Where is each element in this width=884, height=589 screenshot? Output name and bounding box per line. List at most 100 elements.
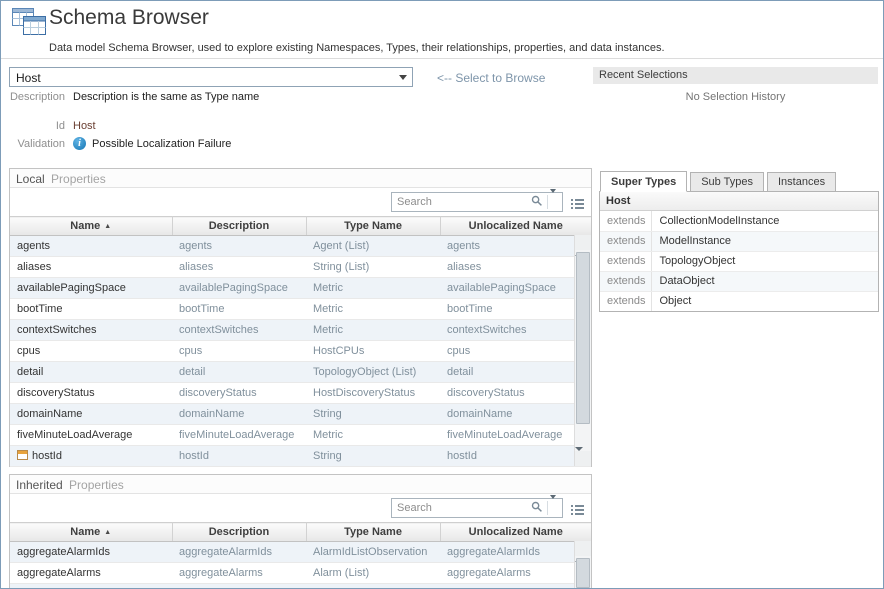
table-cell: discoveryStatus	[172, 383, 306, 404]
table-row[interactable]: extendsModelInstance	[600, 231, 878, 251]
scroll-down-button[interactable]	[575, 451, 591, 466]
id-value: Host	[73, 120, 96, 132]
super-types-table: extendsCollectionModelInstanceextendsMod…	[600, 211, 878, 311]
table-row[interactable]: domainNamedomainNameStringdomainName	[10, 404, 591, 425]
table-cell: aggregateAlarms	[172, 563, 306, 584]
table-row[interactable]: hostIdhostIdStringhostId	[10, 446, 591, 467]
table-row[interactable]: extendsCollectionModelInstance	[600, 211, 878, 231]
tab-super-types[interactable]: Super Types	[600, 171, 687, 192]
search-icon[interactable]	[531, 192, 545, 212]
local-properties-table: Name▲ Description Type Name Unlocalized …	[10, 216, 591, 467]
chevron-down-icon	[399, 75, 407, 80]
table-cell: AlarmIdListObservation	[306, 542, 440, 563]
scroll-up-button[interactable]	[575, 541, 591, 556]
combobox-dropdown-button[interactable]	[394, 68, 412, 86]
search-options-button[interactable]	[550, 499, 562, 517]
column-header-name[interactable]: Name▲	[10, 217, 172, 236]
column-header-type-name[interactable]: Type Name	[306, 523, 440, 542]
vertical-scrollbar[interactable]	[574, 541, 591, 589]
table-cell: aggregateAlarms	[440, 563, 591, 584]
table-row[interactable]: contextSwitchescontextSwitchesMetriccont…	[10, 320, 591, 341]
panel-title-secondary: Properties	[69, 478, 124, 492]
select-to-browse-hint: <-- Select to Browse	[437, 71, 545, 85]
table-row[interactable]: extendsObject	[600, 291, 878, 311]
validation-row: Validation i Possible Localization Failu…	[9, 137, 231, 150]
table-row[interactable]: fiveMinuteLoadAveragefiveMinuteLoadAvera…	[10, 425, 591, 446]
table-cell: aliases	[172, 257, 306, 278]
search-input[interactable]	[392, 196, 531, 208]
table-cell: detail	[172, 362, 306, 383]
table-cell: hostId	[440, 446, 591, 467]
table-row[interactable]: aggregateAlarms aggregateAlarmsAlarm (Lis…	[10, 563, 591, 584]
scroll-up-button[interactable]	[575, 235, 591, 250]
table-cell: agents	[440, 236, 591, 257]
inherited-search-box[interactable]	[391, 498, 563, 518]
column-header-type-name[interactable]: Type Name	[306, 217, 440, 236]
column-header-description[interactable]: Description	[172, 523, 306, 542]
identity-property-icon	[17, 450, 28, 460]
table-row[interactable]: extendsTopologyObject	[600, 251, 878, 271]
table-cell: bootTime	[10, 299, 172, 320]
recent-selections-empty-text: No Selection History	[593, 84, 878, 103]
table-cell: extends	[600, 211, 651, 231]
table-cell: fiveMinuteLoadAverage	[10, 425, 172, 446]
inherited-properties-table: Name▲ Description Type Name Unlocalized …	[10, 522, 591, 584]
vertical-scrollbar[interactable]	[574, 235, 591, 466]
validation-label: Validation	[9, 138, 65, 150]
table-cell: aliases	[10, 257, 172, 278]
search-icon[interactable]	[531, 498, 545, 518]
table-row[interactable]: aliasesaliasesString (List)aliases	[10, 257, 591, 278]
tab-instances[interactable]: Instances	[767, 172, 836, 192]
table-cell: domainName	[440, 404, 591, 425]
table-cell: aggregateAlarmIds	[172, 542, 306, 563]
table-row[interactable]: agentsagentsAgent (List)agents	[10, 236, 591, 257]
table-cell: extends	[600, 251, 651, 271]
scrollbar-thumb[interactable]	[576, 252, 590, 424]
search-input[interactable]	[392, 502, 531, 514]
chevron-down-icon	[550, 189, 556, 210]
table-cell: ModelInstance	[651, 231, 878, 251]
table-row[interactable]: aggregateAlarmIdsaggregateAlarmIdsAlarmI…	[10, 542, 591, 563]
table-row[interactable]: cpuscpusHostCPUscpus	[10, 341, 591, 362]
column-header-description[interactable]: Description	[172, 217, 306, 236]
panel-title-primary: Inherited	[16, 478, 63, 492]
table-row[interactable]: extendsDataObject	[600, 271, 878, 291]
column-header-name[interactable]: Name▲	[10, 523, 172, 542]
inherited-properties-panel: Inherited Properties Name▲ Description	[9, 474, 592, 589]
schema-browser-window: Schema Browser Data model Schema Browser…	[0, 0, 884, 589]
recent-selections-header: Recent Selections	[593, 67, 878, 84]
table-customizer-icon[interactable]	[571, 197, 584, 215]
tab-sub-types[interactable]: Sub Types	[690, 172, 764, 192]
table-cell: Metric	[306, 278, 440, 299]
local-properties-panel: Local Properties Name▲ Description	[9, 168, 592, 467]
table-cell: bootTime	[440, 299, 591, 320]
local-properties-toolbar	[10, 188, 591, 216]
table-cell: Alarm (List)	[306, 563, 440, 584]
table-cell: String (List)	[306, 257, 440, 278]
column-header-unlocalized-name[interactable]: Unlocalized Name	[440, 523, 591, 542]
table-row[interactable]: bootTimebootTimeMetricbootTime	[10, 299, 591, 320]
local-search-box[interactable]	[391, 192, 563, 212]
info-icon[interactable]: i	[73, 137, 86, 150]
table-customizer-icon[interactable]	[571, 503, 584, 521]
table-cell: hostId	[172, 446, 306, 467]
type-select-combobox[interactable]: Host	[9, 67, 413, 87]
id-label: Id	[9, 120, 65, 132]
table-row[interactable]: detaildetailTopologyObject (List)detail	[10, 362, 591, 383]
page-subtitle: Data model Schema Browser, used to explo…	[49, 42, 665, 54]
search-divider	[547, 195, 548, 209]
table-row-partial	[10, 584, 591, 589]
table-cell: HostDiscoveryStatus	[306, 383, 440, 404]
table-cell: HostCPUs	[306, 341, 440, 362]
scrollbar-thumb[interactable]	[576, 558, 590, 588]
table-cell: aggregateAlarmIds	[10, 542, 172, 563]
local-properties-title: Local Properties	[10, 169, 591, 188]
search-options-button[interactable]	[550, 193, 562, 211]
table-row[interactable]: availablePagingSpaceavailablePagingSpace…	[10, 278, 591, 299]
table-cell: availablePagingSpace	[10, 278, 172, 299]
table-cell: Metric	[306, 299, 440, 320]
recent-selections-panel: Recent Selections No Selection History	[593, 67, 878, 103]
table-cell: Object	[651, 291, 878, 311]
table-row[interactable]: discoveryStatusdiscoveryStatusHostDiscov…	[10, 383, 591, 404]
column-header-unlocalized-name[interactable]: Unlocalized Name	[440, 217, 591, 236]
